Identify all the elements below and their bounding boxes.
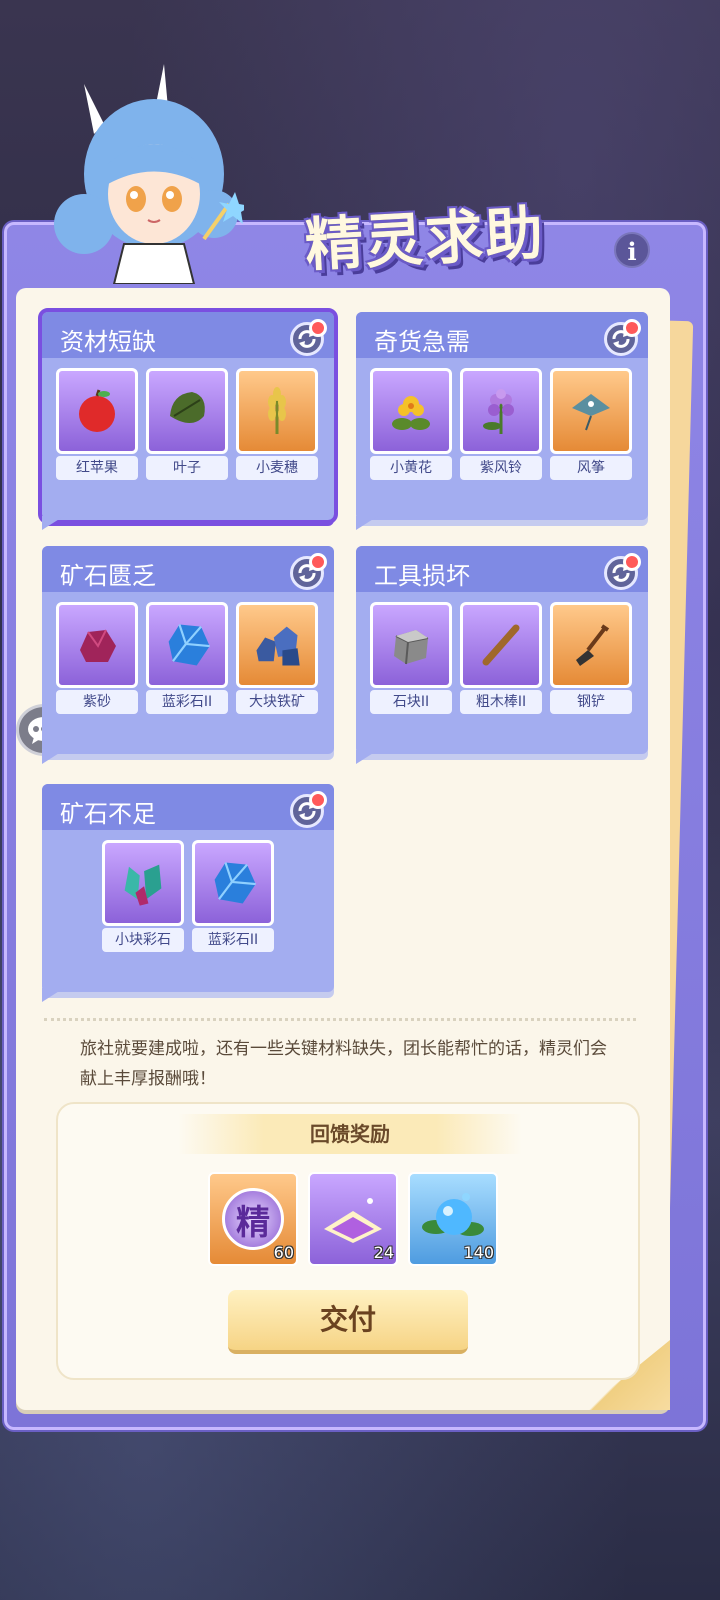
purple-bellflower-icon — [483, 389, 514, 434]
reward-title: 回馈奖励 — [178, 1114, 522, 1154]
kite-icon — [572, 394, 610, 431]
item-label: 风筝 — [550, 456, 632, 480]
stone-block-icon — [394, 630, 429, 665]
apple-icon — [79, 389, 115, 432]
item-label: 粗木棒II — [460, 690, 542, 714]
item-label: 红苹果 — [56, 456, 138, 480]
reward-item[interactable]: 精 60 — [208, 1172, 298, 1266]
blue-gem-icon — [168, 624, 210, 666]
item-slot[interactable]: 叶子 — [146, 368, 228, 480]
item-label: 小块彩石 — [102, 928, 184, 952]
item-slot[interactable]: 石块II — [370, 602, 452, 714]
reward-count: 24 — [373, 1243, 394, 1262]
iron-ore-icon — [256, 626, 300, 666]
item-label: 蓝彩石II — [146, 690, 228, 714]
item-label: 叶子 — [146, 456, 228, 480]
item-slot[interactable]: 风筝 — [550, 368, 632, 480]
page-title: 精灵求助 — [303, 198, 547, 280]
info-button[interactable]: i — [614, 232, 650, 268]
request-card-tools-broken[interactable]: 工具损坏 石块II 粗木棒II 钢铲 — [356, 546, 648, 754]
token-glyph: 精 — [236, 1202, 270, 1243]
request-card-ore-shortage[interactable]: 矿石匮乏 紫砂 蓝彩石II 大块铁矿 — [42, 546, 334, 754]
refresh-button[interactable] — [290, 791, 327, 828]
request-card-ore-insufficient[interactable]: 矿石不足 小块彩石 蓝彩石II — [42, 784, 334, 992]
wooden-stick-icon — [482, 624, 520, 666]
purple-sand-icon — [80, 629, 116, 662]
item-label: 紫砂 — [56, 690, 138, 714]
blue-gem-icon — [214, 862, 256, 904]
item-label: 小黄花 — [370, 456, 452, 480]
item-slot[interactable]: 红苹果 — [56, 368, 138, 480]
notification-dot — [623, 319, 641, 337]
purple-sand-pile-icon — [324, 1198, 382, 1243]
item-label: 小麦穗 — [236, 456, 318, 480]
reward-panel: 回馈奖励 精 60 24 140 交付 — [56, 1102, 640, 1380]
item-label: 大块铁矿 — [236, 690, 318, 714]
item-label: 钢铲 — [550, 690, 632, 714]
notification-dot — [623, 553, 641, 571]
item-label: 石块II — [370, 690, 452, 714]
item-slot[interactable]: 钢铲 — [550, 602, 632, 714]
water-orb-icon — [422, 1193, 484, 1236]
steel-shovel-icon — [576, 624, 610, 666]
wheat-icon — [268, 387, 286, 434]
notification-dot — [309, 319, 327, 337]
notification-dot — [309, 791, 327, 809]
item-slot[interactable]: 紫风铃 — [460, 368, 542, 480]
item-slot[interactable]: 紫砂 — [56, 602, 138, 714]
yellow-flower-icon — [392, 396, 430, 430]
small-crystal-icon — [124, 864, 162, 906]
leaf-icon — [170, 392, 205, 423]
refresh-button[interactable] — [290, 553, 327, 590]
notification-dot — [309, 553, 327, 571]
item-slot[interactable]: 小块彩石 — [102, 840, 184, 952]
reward-item[interactable]: 140 — [408, 1172, 498, 1266]
refresh-button[interactable] — [290, 319, 327, 356]
description-text: 旅社就要建成啦，还有一些关键材料缺失，团长能帮忙的话，精灵们会献上丰厚报酬哦！ — [80, 1039, 607, 1089]
deliver-button[interactable]: 交付 — [228, 1290, 468, 1354]
item-slot[interactable]: 粗木棒II — [460, 602, 542, 714]
spirit-character-avatar — [54, 64, 244, 284]
item-slot[interactable]: 蓝彩石II — [146, 602, 228, 714]
item-label: 紫风铃 — [460, 456, 542, 480]
request-card-materials[interactable]: 资材短缺 红苹果 叶子 小麦穗 — [38, 308, 338, 524]
item-slot[interactable]: 小黄花 — [370, 368, 452, 480]
reward-count: 140 — [463, 1243, 494, 1262]
reward-item[interactable]: 24 — [308, 1172, 398, 1266]
divider — [44, 1018, 636, 1021]
item-slot[interactable]: 大块铁矿 — [236, 602, 318, 714]
reward-count: 60 — [273, 1243, 294, 1262]
item-slot[interactable]: 小麦穗 — [236, 368, 318, 480]
item-slot[interactable]: 蓝彩石II — [192, 840, 274, 952]
refresh-button[interactable] — [604, 319, 641, 356]
item-label: 蓝彩石II — [192, 928, 274, 952]
request-card-rare-goods[interactable]: 奇货急需 小黄花 紫风铃 风筝 — [356, 312, 648, 520]
refresh-button[interactable] — [604, 553, 641, 590]
spirit-token-icon: 精 — [222, 1188, 284, 1250]
